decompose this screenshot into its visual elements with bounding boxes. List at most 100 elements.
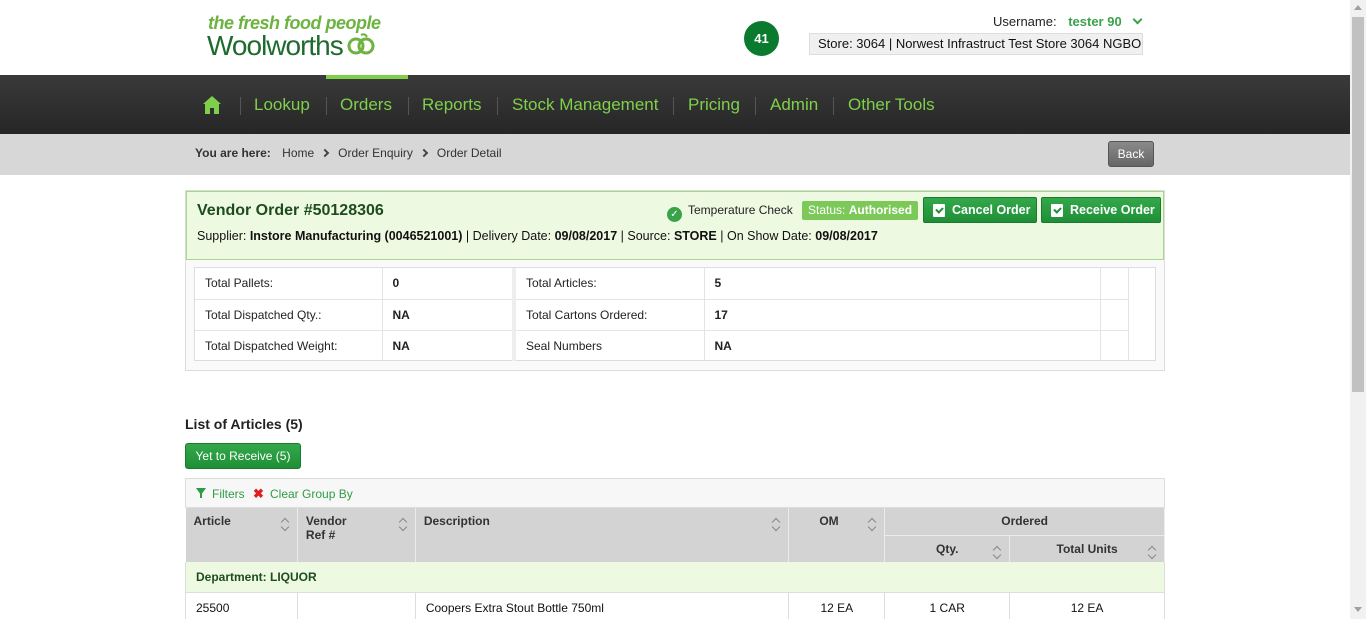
home-icon[interactable]: [202, 95, 222, 115]
col-article[interactable]: Article: [185, 508, 298, 562]
nav-divider: [833, 97, 834, 115]
col-vendor-ref-label: Vendor Ref #: [305, 514, 347, 542]
active-tab-indicator: [326, 75, 408, 79]
nav-stock-management[interactable]: Stock Management: [512, 95, 658, 115]
col-total-units-label: Total Units: [1056, 541, 1118, 556]
nav-divider: [408, 97, 409, 115]
sort-icon[interactable]: [772, 518, 780, 532]
stats-row: Total Dispatched Weight: NA Seal Numbers…: [195, 330, 1129, 361]
nav-admin[interactable]: Admin: [770, 95, 818, 115]
clear-icon[interactable]: ✖: [253, 486, 264, 502]
sort-icon[interactable]: [399, 518, 407, 532]
order-title: Vendor Order #50128306: [197, 202, 384, 219]
order-header: Vendor Order #50128306 Supplier: Instore…: [186, 191, 1164, 260]
nav-other-tools[interactable]: Other Tools: [848, 95, 935, 115]
stat-label: Total Dispatched Qty.:: [195, 299, 383, 331]
stat-value: 0: [382, 268, 515, 300]
yet-to-receive-button[interactable]: Yet to Receive (5): [185, 443, 301, 469]
onshow-label: | On Show Date:: [720, 229, 812, 243]
col-om[interactable]: OM: [788, 508, 886, 562]
username[interactable]: tester 90: [1068, 14, 1121, 29]
cancel-order-label: Cancel Order: [952, 203, 1031, 217]
scroll-thumb[interactable]: [1352, 17, 1364, 392]
sort-icon[interactable]: [1148, 546, 1156, 560]
app-header: the fresh food people Woolworths 41 User…: [0, 0, 1350, 75]
scroll-up-icon[interactable]: [1354, 5, 1362, 10]
filter-icon-stem: [200, 493, 202, 498]
nav-divider: [240, 97, 241, 115]
main-nav: Lookup Orders Reports Stock Management P…: [0, 75, 1350, 134]
order-stats: Total Pallets: 0 Total Articles: 5 Total…: [194, 267, 1156, 361]
nav-lookup[interactable]: Lookup: [254, 95, 310, 115]
stats-table: Total Pallets: 0 Total Articles: 5 Total…: [195, 268, 1129, 361]
cell-total-units: 12 EA: [1009, 592, 1165, 619]
chevron-right-icon: [320, 148, 330, 158]
stat-value: NA: [382, 330, 515, 361]
breadcrumb-home[interactable]: Home: [282, 146, 314, 160]
col-total-units[interactable]: Total Units: [1009, 535, 1165, 562]
nav-divider: [755, 97, 756, 115]
nav-divider: [497, 97, 498, 115]
username-label: Username:: [993, 14, 1057, 29]
stat-value: NA: [704, 330, 1101, 361]
store-selector[interactable]: Store: 3064 | Norwest Infrastruct Test S…: [809, 33, 1143, 55]
nav-divider: [326, 97, 327, 115]
stat-value: 5: [704, 268, 1101, 300]
user-menu[interactable]: Username: tester 90: [993, 14, 1143, 29]
brand-logo[interactable]: Woolworths: [207, 30, 344, 62]
clear-group-by-link[interactable]: Clear Group By: [270, 487, 353, 501]
col-description[interactable]: Description: [415, 508, 790, 562]
filters-link[interactable]: Filters: [212, 487, 245, 501]
breadcrumb-order-enquiry[interactable]: Order Enquiry: [338, 146, 413, 160]
notification-badge[interactable]: 41: [744, 21, 779, 56]
supplier-label: Supplier:: [197, 229, 247, 243]
nav-divider: [673, 97, 674, 115]
group-row: Department: LIQUOR: [185, 562, 1165, 593]
clipboard-check-icon: [1051, 204, 1063, 217]
chevron-down-icon[interactable]: [1132, 14, 1143, 25]
status-value: Authorised: [848, 203, 913, 217]
col-ordered-group: Ordered: [884, 508, 1165, 536]
stat-label: Total Articles:: [512, 268, 705, 300]
stat-spacer: [1100, 299, 1129, 331]
cell-qty: 1 CAR: [884, 592, 1011, 619]
cell-vendor-ref: [297, 592, 416, 619]
temperature-check-label: Temperature Check: [688, 203, 793, 217]
receive-order-button[interactable]: Receive Order: [1041, 197, 1161, 223]
vertical-scrollbar[interactable]: [1350, 0, 1366, 619]
breadcrumb-order-detail: Order Detail: [436, 146, 502, 160]
filter-bar: Filters ✖ Clear Group By: [185, 478, 1165, 508]
nav-pricing[interactable]: Pricing: [688, 95, 740, 115]
back-button[interactable]: Back: [1108, 141, 1154, 167]
order-meta: Supplier: Instore Manufacturing (0046521…: [197, 229, 878, 243]
table-row[interactable]: 25500 Coopers Extra Stout Bottle 750ml 1…: [185, 592, 1165, 619]
cell-om: 12 EA: [788, 592, 886, 619]
stat-value: 17: [704, 299, 1101, 331]
onshow-value: 09/08/2017: [815, 229, 878, 243]
col-qty[interactable]: Qty.: [884, 535, 1011, 562]
cell-description: Coopers Extra Stout Bottle 750ml: [415, 592, 790, 619]
breadcrumb-label: You are here:: [195, 146, 271, 160]
cancel-order-button[interactable]: Cancel Order: [923, 197, 1037, 223]
stats-row: Total Pallets: 0 Total Articles: 5: [195, 268, 1129, 300]
stat-spacer: [1100, 330, 1129, 361]
source-value: STORE: [673, 229, 717, 243]
col-qty-label: Qty.: [935, 541, 959, 556]
temperature-check: ✓ Temperature Check: [667, 203, 793, 222]
delivery-value: 09/08/2017: [554, 229, 618, 243]
sort-icon[interactable]: [868, 518, 876, 532]
table-header-row: Article Vendor Ref # Description OM Orde…: [185, 508, 1165, 562]
nav-orders[interactable]: Orders: [340, 95, 392, 115]
col-article-label: Article: [193, 514, 231, 528]
breadcrumb-trail: You are here: Home Order Enquiry Order Det…: [195, 146, 502, 160]
col-description-label: Description: [423, 514, 490, 528]
supplier-value: Instore Manufacturing (0046521001): [249, 229, 463, 243]
articles-table: Article Vendor Ref # Description OM Orde…: [185, 508, 1165, 619]
sort-icon[interactable]: [993, 546, 1001, 560]
sort-icon[interactable]: [281, 518, 289, 532]
articles-title: List of Articles (5): [185, 416, 303, 432]
nav-reports[interactable]: Reports: [422, 95, 482, 115]
scroll-down-icon[interactable]: [1354, 607, 1362, 612]
cell-article: 25500: [185, 592, 298, 619]
col-vendor-ref[interactable]: Vendor Ref #: [297, 508, 416, 562]
